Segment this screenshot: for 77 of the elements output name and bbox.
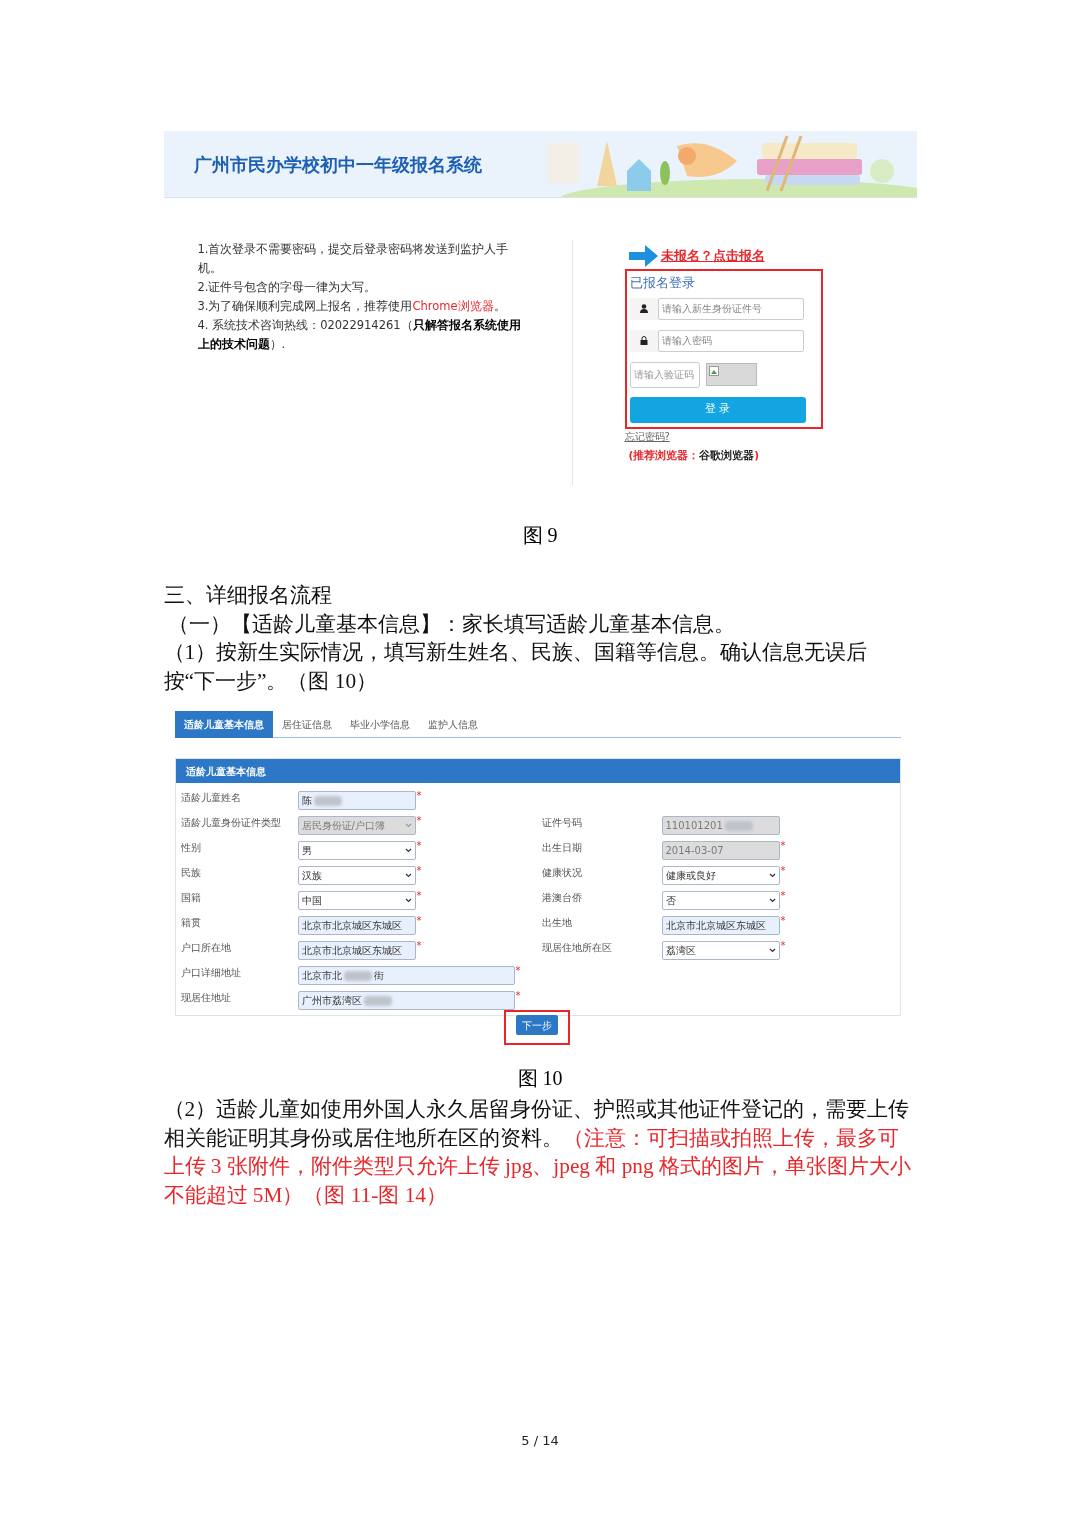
field-label: 适龄儿童姓名 <box>179 791 242 805</box>
required-mark: * <box>416 791 422 801</box>
required-mark: * <box>416 916 422 926</box>
input-field[interactable]: 北京市北京城区东城区 <box>297 916 416 935</box>
select-field[interactable]: 荔湾区 <box>661 941 780 960</box>
required-mark: * <box>515 991 521 1001</box>
select-field[interactable]: 男 <box>297 841 416 860</box>
instruction-note: 1.首次登录不需要密码，提交后登录密码将发送到监护人手机。 <box>197 241 510 277</box>
field-label: 性别 <box>179 841 202 855</box>
tab[interactable]: 适龄儿童基本信息 <box>174 711 273 738</box>
chevron-down-icon <box>768 898 776 903</box>
step-text: （1）按新生实际情况，填写新生姓名、民族、国籍等信息。确认信息无误后按“下一步”。（图 10） <box>163 639 869 695</box>
field-label: 适龄儿童身份证件类型 <box>179 816 282 830</box>
required-mark: * <box>780 891 786 901</box>
required-mark: * <box>416 941 422 951</box>
required-mark: * <box>515 966 521 976</box>
required-mark: * <box>780 866 786 876</box>
field-label: 出生日期 <box>541 841 583 855</box>
forgot-password-link[interactable]: 忘记密码? <box>624 428 823 444</box>
select-field[interactable]: 否 <box>661 891 780 910</box>
instruction-note: 3.为了确保顺利完成网上报名，推荐使用Chrome浏览器。 <box>197 298 507 315</box>
required-mark: * <box>780 916 786 926</box>
field-label: 现居住地址 <box>179 991 232 1005</box>
field-label: 现居住地所在区 <box>541 941 613 955</box>
select-field[interactable]: 中国 <box>297 891 416 910</box>
input-field[interactable]: 北京市北 街 <box>297 966 515 985</box>
field-label: 籍贯 <box>179 916 202 930</box>
chevron-down-icon <box>404 898 412 903</box>
field-label: 证件号码 <box>541 816 583 830</box>
browser-note: (推荐浏览器：谷歌浏览器) <box>628 447 761 463</box>
tab[interactable]: 监护人信息 <box>418 711 487 738</box>
tab[interactable]: 居住证信息 <box>272 711 341 738</box>
field-label: 健康状况 <box>541 866 583 880</box>
lock-icon <box>639 336 648 345</box>
broken-image-icon <box>708 366 719 376</box>
required-mark: * <box>416 866 422 876</box>
field-label: 港澳台侨 <box>541 891 583 905</box>
user-icon <box>639 304 648 313</box>
input-field[interactable]: 北京市北京城区东城区 <box>297 941 416 960</box>
field-label: 国籍 <box>179 891 202 905</box>
note-paragraph: （2）适龄儿童如使用外国人永久居留身份证、护照或其他证件登记的，需要上传相关能证明其身份或居住地所在区的资料。（注意：可扫描或拍照上传，最多可上传 3 张附件，附件类型只允许上传 jpg、jpeg 和 png 格式的图片，单张图片大小不能超过 5M）（图 11-图 14） <box>163 1096 912 1209</box>
step-heading: （一）【适龄儿童基本信息】：家长填写适龄儿童基本信息。 <box>166 610 736 638</box>
panel-header: 适龄儿童基本信息 <box>175 759 900 783</box>
section-heading: 三、详细报名流程 <box>163 582 333 609</box>
input-field[interactable]: 陈 <box>297 791 416 810</box>
input-field[interactable]: 广州市荔湾区 <box>297 991 515 1010</box>
select-field[interactable]: 汉族 <box>297 866 416 885</box>
login-title: 已报名登录 <box>629 274 696 292</box>
banner-title: 广州市民办学校初中一年级报名系统 <box>193 152 482 177</box>
tab[interactable]: 毕业小学信息 <box>340 711 419 738</box>
next-button[interactable]: 下一步 <box>515 1015 558 1035</box>
instruction-note: 4. 系统技术咨询热线：02022914261（只解答报名系统使用上的技术问题）. <box>197 317 522 353</box>
figure-caption: 图 10 <box>516 1066 564 1091</box>
arrow-right-icon <box>628 244 659 268</box>
field-label: 出生地 <box>541 916 573 930</box>
required-mark: * <box>416 816 422 826</box>
page-number: 5 / 14 <box>520 1432 560 1450</box>
chevron-down-icon <box>768 948 776 953</box>
register-link[interactable]: 未报名？点击报名 <box>660 246 765 266</box>
select-field[interactable]: 健康或良好 <box>661 866 780 885</box>
field-label: 民族 <box>179 866 202 880</box>
instruction-note: 2.证件号包含的字母一律为大写。 <box>197 279 378 296</box>
chevron-down-icon <box>404 848 412 853</box>
captcha-field[interactable]: 请输入验证码 <box>629 361 700 388</box>
required-mark: * <box>416 841 422 851</box>
required-mark: * <box>416 891 422 901</box>
text-field[interactable]: 请输入密码 <box>657 329 804 352</box>
chevron-down-icon <box>768 873 776 878</box>
figure-caption: 图 9 <box>521 523 559 548</box>
chevron-down-icon <box>404 823 412 828</box>
text-field[interactable]: 请输入新生身份证件号 <box>657 297 804 320</box>
field-label: 户口详细地址 <box>179 966 242 980</box>
chevron-down-icon <box>404 873 412 878</box>
field-label: 户口所在地 <box>179 941 232 955</box>
input-field[interactable]: 北京市北京城区东城区 <box>661 916 780 935</box>
required-mark: * <box>780 841 786 851</box>
required-mark: * <box>780 941 786 951</box>
